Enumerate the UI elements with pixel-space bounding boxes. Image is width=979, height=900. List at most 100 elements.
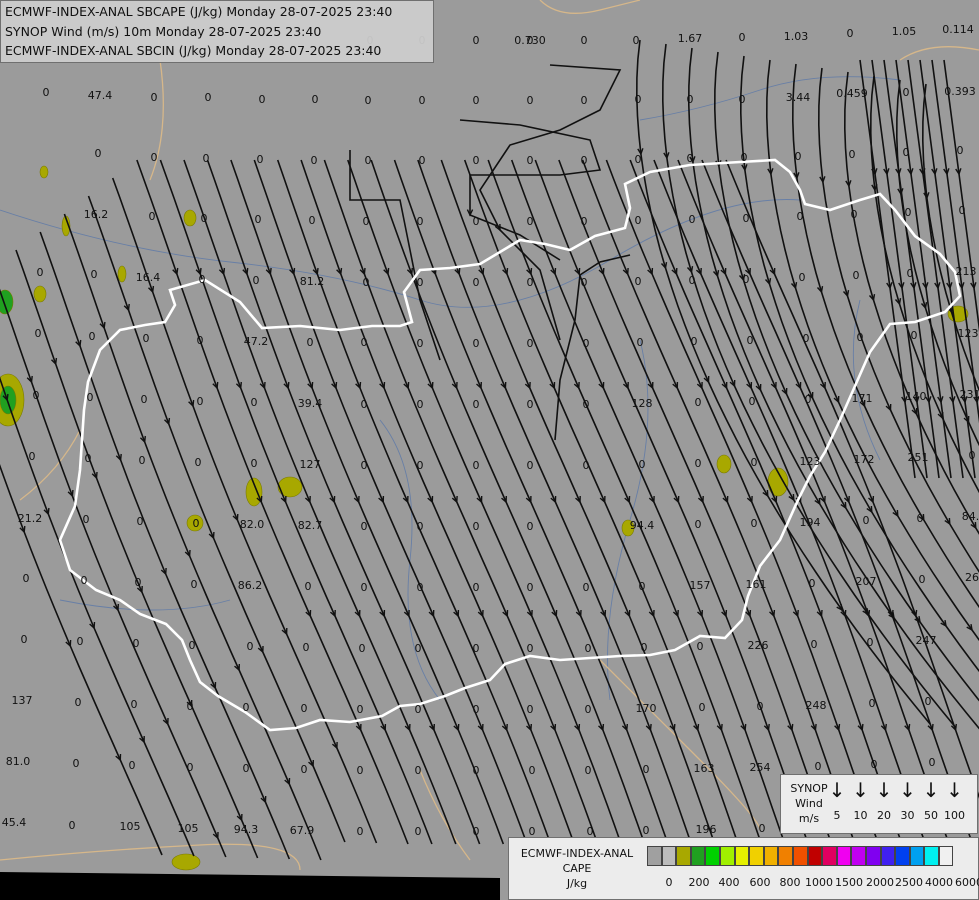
cin-value-label: 0	[689, 274, 696, 287]
cin-value-label: 0	[191, 578, 198, 591]
cin-value-label: 0	[473, 94, 480, 107]
cin-value-label: 127	[300, 458, 321, 471]
cin-value-label: 0	[919, 573, 926, 586]
cin-value-label: 207	[856, 575, 877, 588]
cape-tick-label: 1000	[805, 876, 833, 889]
cin-value-label: 0	[73, 757, 80, 770]
cape-color-swatch	[895, 846, 910, 866]
cin-value-label: 0	[643, 824, 650, 837]
cin-value-label: 81.0	[6, 755, 31, 768]
cin-value-label: 0	[255, 213, 262, 226]
cin-value-label: 0	[87, 391, 94, 404]
cape-tick-labels: 0 200 400 600 800 100015002000250040006000	[647, 876, 979, 892]
cin-value-label: 0	[583, 337, 590, 350]
cin-value-label: 0	[903, 86, 910, 99]
cin-value-label: 47.4	[88, 89, 113, 102]
cin-value-label: 0	[187, 700, 194, 713]
cin-value-label: 0	[301, 763, 308, 776]
cin-value-label: 86.2	[238, 579, 263, 592]
cin-value-label: 0	[143, 332, 150, 345]
cin-value-label: 0	[29, 450, 36, 463]
cin-value-label: 0	[23, 572, 30, 585]
cape-tick-label: 6000	[955, 876, 979, 889]
cin-value-label: 94.3	[234, 823, 259, 836]
cin-value-label: 0	[133, 637, 140, 650]
cin-value-label: 0	[415, 642, 422, 655]
cin-value-label: 1.05	[892, 25, 917, 38]
cin-value-label: 16.2	[84, 208, 109, 221]
cin-value-label: 0	[305, 580, 312, 593]
cin-value-label: 0	[527, 215, 534, 228]
cin-value-label: 0	[419, 94, 426, 107]
cin-value-label: 0	[747, 334, 754, 347]
header-line-sbcape: ECMWF-INDEX-ANAL SBCAPE (J/kg) Monday 28…	[5, 4, 393, 19]
cin-value-label: 1.67	[678, 32, 703, 45]
cin-value-label: 0	[415, 703, 422, 716]
cape-color-swatch	[647, 846, 662, 866]
cin-value-label: 39.4	[298, 397, 323, 410]
cape-tick-label: 800	[779, 876, 801, 889]
cin-value-label: 0	[867, 636, 874, 649]
cin-value-label: 0	[81, 574, 88, 587]
cin-value-label: 123	[800, 455, 821, 468]
cin-value-label: 0	[797, 210, 804, 223]
cin-value-label: 0	[357, 825, 364, 838]
cin-value-label: 171	[852, 392, 873, 405]
cin-value-label: 0	[581, 276, 588, 289]
cape-tick-label: 600	[749, 876, 771, 889]
cin-value-label: 0	[21, 633, 28, 646]
cin-value-label: 0	[473, 703, 480, 716]
cin-value-label: 0	[635, 214, 642, 227]
cape-color-swatch	[705, 846, 720, 866]
cin-value-label: 0	[359, 642, 366, 655]
synop-arrow-icon: ↓	[875, 778, 893, 802]
cin-value-label: 0	[743, 273, 750, 286]
cin-value-label: 0	[583, 459, 590, 472]
cin-value-label: 0	[311, 154, 318, 167]
cin-value-label: 157	[690, 579, 711, 592]
map-header: ECMWF-INDEX-ANAL SBCAPE (J/kg) Monday 28…	[0, 0, 434, 63]
cin-value-label: 0	[585, 642, 592, 655]
cin-value-label: 0	[473, 398, 480, 411]
cape-color-swatch	[909, 846, 925, 866]
cin-value-label: 0	[527, 398, 534, 411]
cin-value-label: 0	[141, 393, 148, 406]
cin-value-label: 0	[743, 212, 750, 225]
cin-value-label: 251	[908, 451, 929, 464]
cape-color-swatch	[778, 846, 793, 866]
cin-value-label: 247	[916, 634, 937, 647]
cape-legend-title-line: CAPE	[562, 862, 592, 875]
cin-value-label: 0	[527, 337, 534, 350]
cin-value-label: 0	[635, 93, 642, 106]
cape-legend-title-line: J/kg	[566, 877, 588, 890]
cin-value-label: 0	[89, 330, 96, 343]
cin-value-label: 0	[643, 763, 650, 776]
cin-value-label: 0	[205, 91, 212, 104]
cin-value-label: 0	[357, 703, 364, 716]
cape-color-swatch	[719, 846, 735, 866]
cin-value-label: 0	[795, 150, 802, 163]
cin-value-label: 0	[69, 819, 76, 832]
cin-value-label: 0	[473, 459, 480, 472]
cin-value-label: 0	[251, 396, 258, 409]
cape-color-swatches	[647, 846, 954, 866]
cin-value-label: 0	[863, 514, 870, 527]
cape-color-swatch	[749, 846, 764, 866]
cin-value-label: 0	[151, 91, 158, 104]
cin-value-label: 0	[243, 762, 250, 775]
cin-value-label: 0	[527, 581, 534, 594]
cin-value-label: 0	[139, 454, 146, 467]
cin-value-label: 0	[357, 764, 364, 777]
cin-value-label: 3.44	[786, 91, 811, 104]
cape-color-swatch	[822, 846, 837, 866]
cape-color-swatch	[924, 846, 939, 866]
cin-value-label: 0	[911, 329, 918, 342]
cin-value-label: 82.0	[240, 518, 265, 531]
cape-color-swatch	[763, 846, 779, 866]
cin-value-label: 0	[697, 640, 704, 653]
cin-value-label: 0.114	[942, 23, 974, 36]
cin-value-label: 0	[639, 458, 646, 471]
cin-value-label: 0	[473, 825, 480, 838]
cin-value-label: 0	[83, 513, 90, 526]
cin-value-label: 0	[473, 764, 480, 777]
